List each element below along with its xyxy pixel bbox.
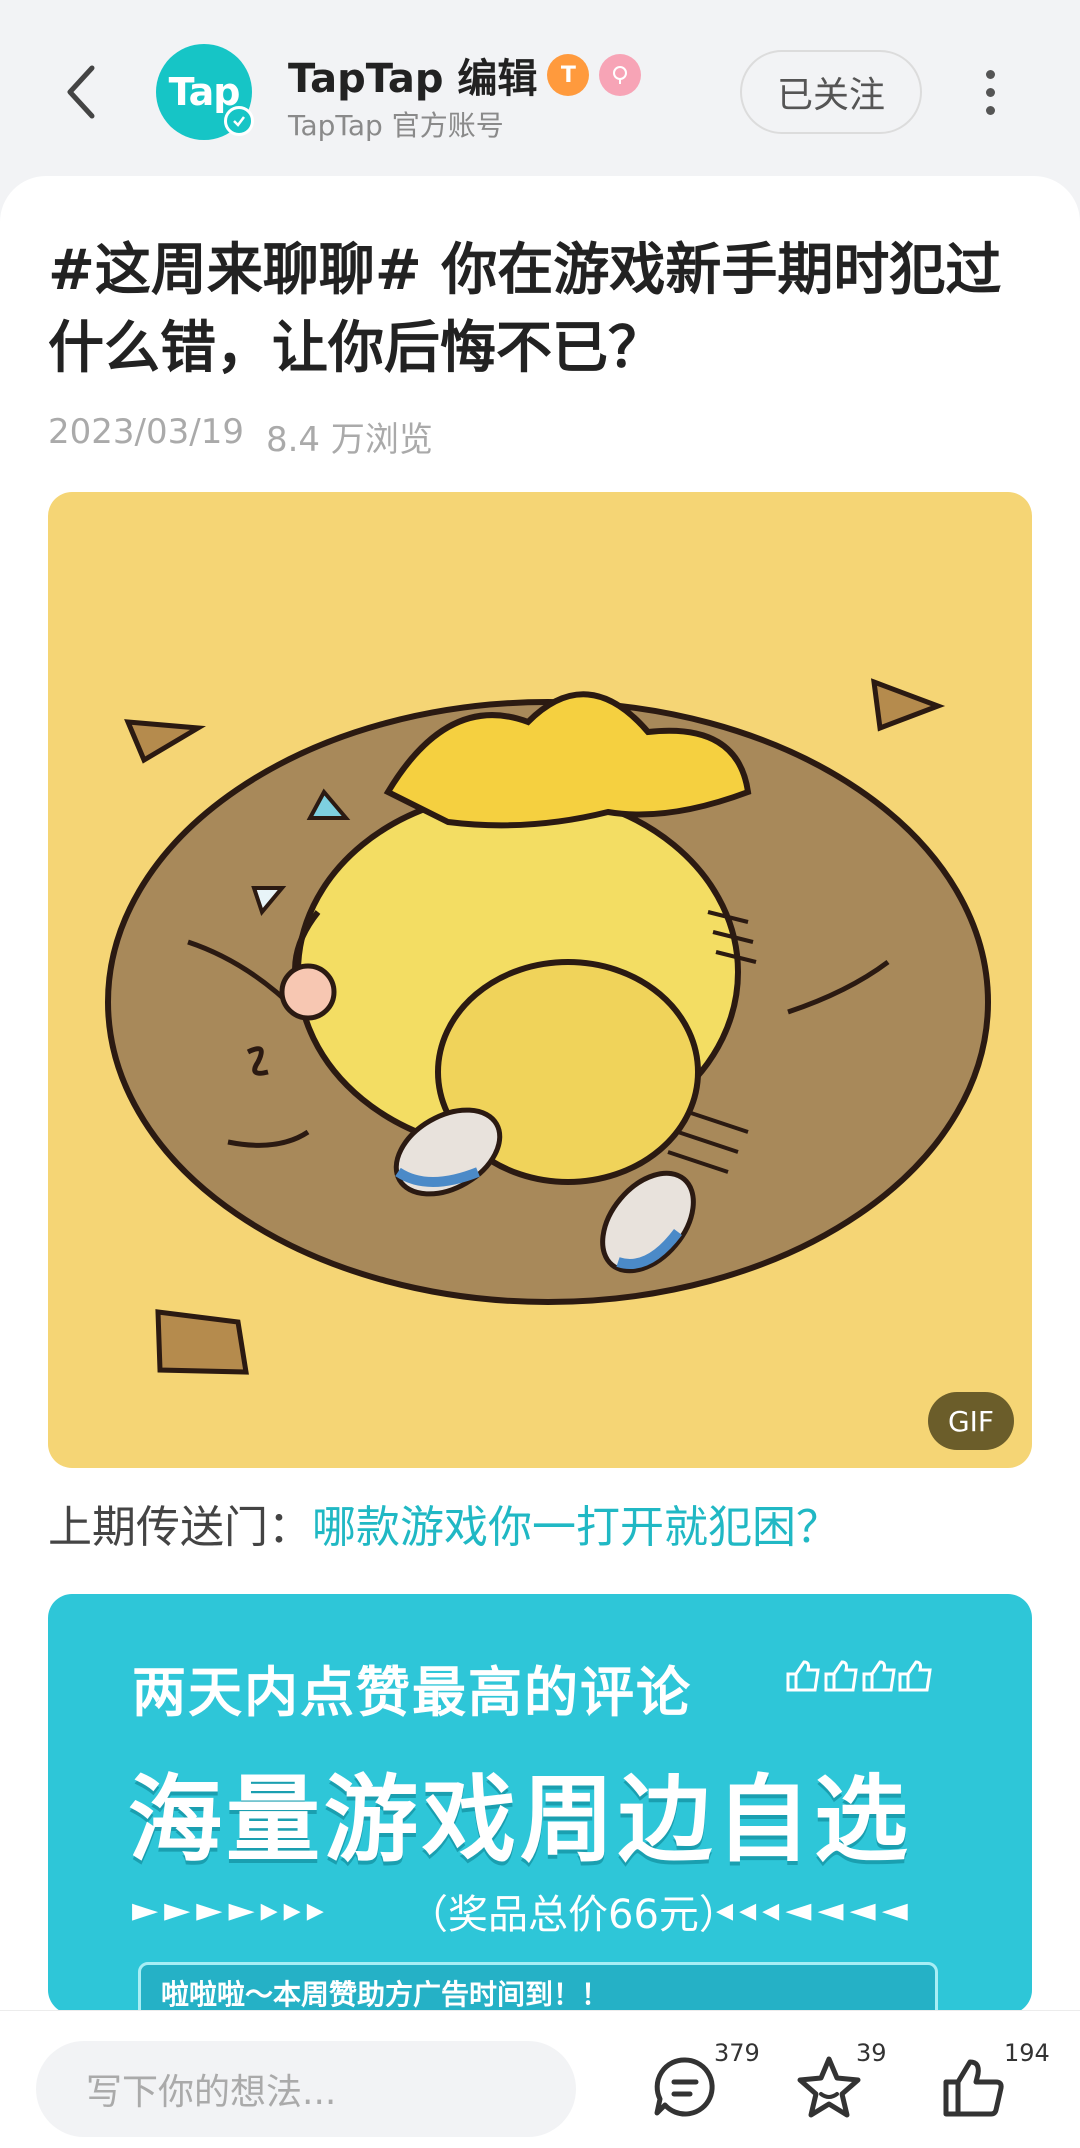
post-views: 8.4 万浏览 <box>265 420 433 460</box>
comment-input[interactable]: 写下你的想法... <box>36 2041 576 2137</box>
favorite-count: 39 <box>856 2039 887 2067</box>
promo-banner-image[interactable]: 两天内点赞最高的评论 海量游戏周边自选 ►►►►▸▸▸ （奖品总价66元） ◂◂… <box>48 1594 1032 2014</box>
post-header: Tap TapTap 编辑 T TapTap 官方账号 已关注 <box>0 0 1080 180</box>
banner-title: 海量游戏周边自选 <box>128 1766 913 1875</box>
like-count: 194 <box>1004 2039 1050 2067</box>
star-icon <box>797 2056 861 2118</box>
comment-count: 379 <box>714 2039 760 2067</box>
post-gif-image[interactable]: GIF <box>48 492 1032 1468</box>
medal-badge-icon <box>599 54 642 96</box>
banner-arrows-right: ◂◂◂◄◄◄◄ <box>716 1890 914 1930</box>
banner-sponsor-text: 啦啦啦～本周赞助方广告时间到！！ <box>161 1978 610 2011</box>
favorite-button[interactable]: 39 <box>784 2039 887 2127</box>
post-date: 2023/03/19 <box>48 412 244 452</box>
portal-label: 上期传送门： <box>48 1502 312 1553</box>
post-card: #这周来聊聊# 你在游戏新手期时犯过什么错，让你后悔不已？ 2023/03/19… <box>0 176 1080 2148</box>
back-button[interactable] <box>56 62 106 122</box>
bottom-action-bar: 写下你的想法... 379 39 194 <box>0 2010 1080 2148</box>
banner-headline: 两天内点赞最高的评论 <box>132 1661 692 1724</box>
banner-prize-value: （奖品总价66元） <box>408 1892 739 1938</box>
thumbs-up-icon <box>943 2059 1004 2117</box>
post-title: #这周来聊聊# 你在游戏新手期时犯过什么错，让你后悔不已？ <box>48 238 1002 381</box>
like-button[interactable]: 194 <box>928 2039 1050 2127</box>
chevron-left-icon <box>67 65 95 119</box>
previous-post-portal: 上期传送门：哪款游戏你一打开就犯困？ <box>48 1498 840 1558</box>
avatar-logo-text: Tap <box>168 70 241 114</box>
post-meta: 2023/03/19 8.4 万浏览 <box>48 412 433 461</box>
more-vertical-icon <box>985 69 995 79</box>
author-avatar[interactable]: Tap <box>156 44 254 140</box>
previous-post-link[interactable]: 哪款游戏你一打开就犯困？ <box>312 1502 840 1553</box>
level-badge-icon: T <box>547 54 590 96</box>
verified-icon <box>224 106 254 136</box>
author-name-row: TapTap 编辑 T <box>288 46 642 104</box>
author-subtitle: TapTap 官方账号 <box>288 109 504 142</box>
comment-icon <box>654 2057 715 2117</box>
banner-sponsor-box: 啦啦啦～本周赞助方广告时间到！！ <box>138 1962 938 2014</box>
more-button[interactable] <box>970 62 1010 122</box>
author-name[interactable]: TapTap 编辑 <box>288 46 537 104</box>
comment-button[interactable]: 379 <box>640 2039 760 2127</box>
sleeping-character-illustration <box>105 678 991 1375</box>
thumbs-up-icons <box>782 1656 932 1694</box>
follow-button[interactable]: 已关注 <box>740 50 922 134</box>
banner-arrows-left: ►►►►▸▸▸ <box>132 1890 330 1930</box>
gif-tag: GIF <box>928 1392 1014 1450</box>
